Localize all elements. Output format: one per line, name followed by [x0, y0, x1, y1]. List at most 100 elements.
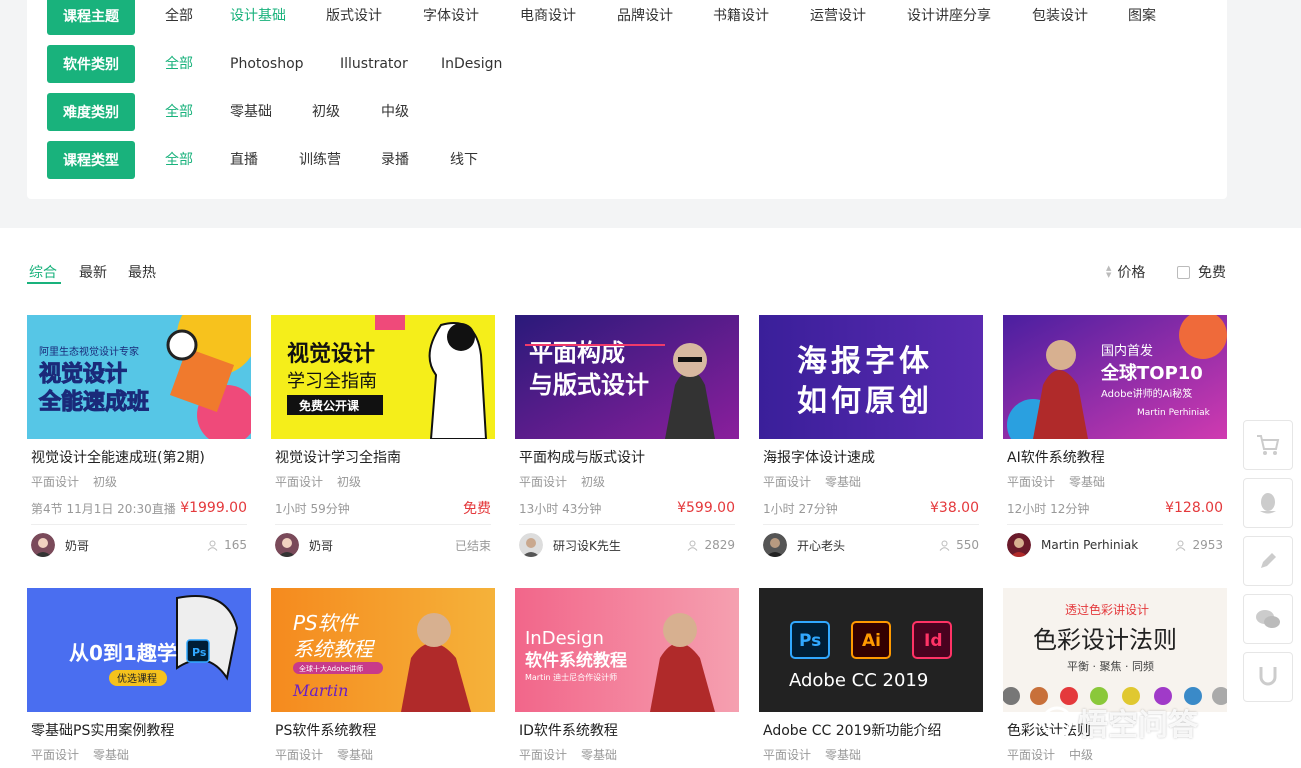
course-thumbnail[interactable]: 国内首发 全球TOP10 Adobe讲师的Ai秘笈 Martin Perhini… [1003, 315, 1227, 439]
course-footer: Martin Perhiniak 2953 [1003, 533, 1227, 557]
course-thumbnail[interactable]: InDesign 软件系统教程 Martin 迪士尼合作设计师 [515, 588, 739, 712]
view-count: 550 [939, 538, 979, 552]
ps-badge: Ps [192, 646, 207, 659]
filter-option[interactable]: InDesign [441, 45, 502, 83]
course-thumbnail[interactable]: Ps Ai Id Adobe CC 2019 [759, 588, 983, 712]
author[interactable]: Martin Perhiniak [1007, 533, 1138, 557]
filter-option[interactable]: 训练营 [299, 141, 341, 179]
course-title[interactable]: 平面构成与版式设计 [515, 447, 739, 467]
course-thumbnail[interactable]: 平面构成 与版式设计 [515, 315, 739, 439]
thumb-text: 全球十大Adobe讲师 [299, 664, 363, 673]
avatar [763, 533, 787, 557]
course-title[interactable]: 零基础PS实用案例教程 [27, 720, 251, 740]
course-category: 平面设计 [275, 475, 324, 489]
course-price: ¥599.00 [677, 500, 735, 516]
free-filter[interactable]: 免费 [1177, 262, 1226, 282]
course-card[interactable]: InDesign 软件系统教程 Martin 迪士尼合作设计师 ID软件系统教程… [515, 588, 739, 763]
course-thumbnail[interactable]: 视觉设计 学习全指南 免费公开课 [271, 315, 495, 439]
thumb-text: InDesign [525, 628, 604, 649]
filter-option[interactable]: 线下 [450, 141, 478, 179]
user-icon [688, 540, 698, 551]
course-footer: 奶哥 已结束 [271, 533, 495, 557]
filter-option[interactable]: 版式设计 [326, 0, 382, 35]
filter-option[interactable]: 设计基础 [230, 0, 286, 35]
course-card[interactable]: 平面构成 与版式设计 平面构成与版式设计 平面设计 初级 13小时 43分钟 ¥… [515, 315, 739, 557]
filter-option[interactable]: Photoshop [230, 45, 304, 83]
filter-option[interactable]: 包装设计 [1032, 0, 1088, 35]
course-title[interactable]: AI软件系统教程 [1003, 447, 1227, 467]
author[interactable]: 开心老头 [763, 533, 845, 557]
filter-row-software: 软件类别 全部 Photoshop Illustrator InDesign [47, 45, 502, 83]
filter-option[interactable]: 全部 [165, 0, 193, 35]
view-count-value: 2953 [1192, 538, 1223, 552]
course-thumbnail[interactable]: 海报字体 如何原创 [759, 315, 983, 439]
course-price: ¥38.00 [930, 500, 979, 516]
course-title[interactable]: Adobe CC 2019新功能介绍 [759, 720, 983, 740]
filter-tag-topic: 课程主题 [47, 0, 135, 35]
thumb-text: 国内首发 [1101, 343, 1153, 359]
author[interactable]: 研习设K先生 [519, 533, 621, 557]
course-thumbnail[interactable]: 从0到1趣学 Ps 优选课程 [27, 588, 251, 712]
price-sort[interactable]: ▲ ▼ 价格 [1106, 262, 1145, 282]
feedback-button[interactable] [1243, 536, 1293, 586]
filter-option[interactable]: 全部 [165, 141, 193, 179]
course-card[interactable]: 视觉设计 学习全指南 免费公开课 视觉设计学习全指南 平面设计 初级 1小时 5… [271, 315, 495, 557]
course-thumbnail[interactable]: 阿里生态视觉设计专家 视觉设计 全能速成班 [27, 315, 251, 439]
author[interactable]: 奶哥 [275, 533, 333, 557]
course-card[interactable]: Ps Ai Id Adobe CC 2019 Adobe CC 2019新功能介… [759, 588, 983, 763]
thumb-text: 系统教程 [293, 637, 376, 661]
back-to-top-button[interactable] [1243, 652, 1293, 702]
course-price: ¥128.00 [1165, 500, 1223, 516]
filter-option[interactable]: 字体设计 [423, 0, 479, 35]
author[interactable]: 奶哥 [31, 533, 89, 557]
thumb-text: 阿里生态视觉设计专家 [39, 345, 139, 358]
course-card[interactable]: 阿里生态视觉设计专家 视觉设计 全能速成班 视觉设计全能速成班(第2期) 平面设… [27, 315, 251, 557]
course-level: 初级 [581, 475, 606, 489]
course-footer: 研习设K先生 2829 [515, 533, 739, 557]
course-info: 12小时 12分钟 ¥128.00 [1003, 498, 1227, 518]
course-card[interactable]: 国内首发 全球TOP10 Adobe讲师的Ai秘笈 Martin Perhini… [1003, 315, 1227, 557]
filter-option[interactable]: Illustrator [340, 45, 408, 83]
course-card[interactable]: PS软件 系统教程 全球十大Adobe讲师 Martin PS软件系统教程 平面… [271, 588, 495, 763]
user-icon [939, 540, 950, 551]
filter-option[interactable]: 中级 [381, 93, 409, 131]
thumb-text: 免费公开课 [299, 398, 360, 413]
filter-option[interactable]: 全部 [165, 93, 193, 131]
ai-badge: Ai [862, 631, 881, 651]
course-title[interactable]: 视觉设计学习全指南 [271, 447, 495, 467]
wechat-button[interactable] [1243, 594, 1293, 644]
course-card[interactable]: 海报字体 如何原创 海报字体设计速成 平面设计 零基础 1小时 27分钟 ¥38… [759, 315, 983, 557]
sort-tab-newest[interactable]: 最新 [79, 262, 107, 282]
thumb-text: 从0到1趣学 [69, 641, 177, 665]
course-thumbnail[interactable]: PS软件 系统教程 全球十大Adobe讲师 Martin [271, 588, 495, 712]
sort-tab-hottest[interactable]: 最热 [128, 262, 156, 282]
filter-option[interactable]: 品牌设计 [617, 0, 673, 35]
filter-option[interactable]: 设计讲座分享 [907, 0, 991, 35]
filter-option[interactable]: 直播 [230, 141, 258, 179]
thumb-text: PS软件 [293, 611, 360, 635]
filter-option[interactable]: 录播 [381, 141, 409, 179]
course-thumbnail[interactable]: 透过色彩讲设计 色彩设计法则 平衡 · 聚焦 · 同频 [1003, 588, 1227, 712]
cart-button[interactable] [1243, 420, 1293, 470]
filter-option[interactable]: 书籍设计 [713, 0, 769, 35]
course-card[interactable]: 从0到1趣学 Ps 优选课程 零基础PS实用案例教程 平面设计 零基础 [27, 588, 251, 763]
sort-tab-comprehensive[interactable]: 综合 [29, 262, 57, 282]
course-title[interactable]: PS软件系统教程 [271, 720, 495, 740]
course-meta: 平面设计 中级 [1003, 746, 1227, 763]
course-title[interactable]: ID软件系统教程 [515, 720, 739, 740]
course-title[interactable]: 海报字体设计速成 [759, 447, 983, 467]
course-level: 中级 [1069, 748, 1094, 762]
filter-option[interactable]: 运营设计 [810, 0, 866, 35]
filter-option[interactable]: 图案 [1128, 0, 1156, 35]
course-meta: 平面设计 零基础 [759, 473, 983, 490]
wechat-icon [1256, 610, 1280, 628]
course-footer: 开心老头 550 [759, 533, 983, 557]
course-title[interactable]: 视觉设计全能速成班(第2期) [27, 447, 251, 467]
filter-option[interactable]: 全部 [165, 45, 193, 83]
filter-option[interactable]: 电商设计 [520, 0, 576, 35]
qq-button[interactable] [1243, 478, 1293, 528]
thumb-text: Martin Perhiniak [1137, 408, 1211, 418]
free-checkbox[interactable] [1177, 265, 1190, 279]
filter-option[interactable]: 零基础 [230, 93, 272, 131]
filter-option[interactable]: 初级 [312, 93, 340, 131]
